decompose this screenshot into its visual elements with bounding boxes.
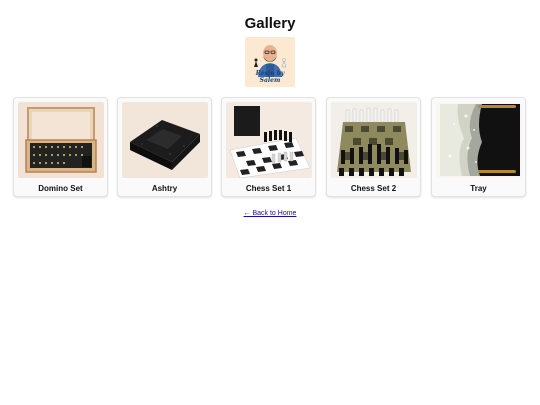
gallery-card-chess-set-1[interactable]: Chess Set 1: [221, 97, 316, 197]
gallery-card-label: Tray: [470, 184, 487, 193]
gallery-card-ashtry[interactable]: Ashtry: [117, 97, 212, 197]
gallery-card-label: Chess Set 2: [350, 184, 397, 193]
gallery-card-label: Chess Set 1: [245, 184, 292, 193]
gallery-card-chess-set-2[interactable]: Chess Set 2: [326, 97, 421, 197]
chess-set-image: [331, 102, 417, 178]
gallery-card-domino-set[interactable]: Domino Set: [13, 97, 108, 197]
gallery-card-label: Domino Set: [38, 184, 83, 193]
page-title: Gallery: [244, 15, 296, 32]
chess-set-image: [226, 102, 312, 178]
tray-image: [436, 102, 522, 178]
gallery-card-label: Ashtry: [151, 184, 178, 193]
gallery-page: Gallery Resin by Salem Domino Set Ashtry…: [0, 0, 540, 405]
ashtray-image: [122, 102, 208, 178]
back-to-home-link[interactable]: ← Back to Home: [0, 210, 540, 217]
resin-by-salem-logo: Resin by Salem: [245, 37, 295, 87]
gallery-card-tray[interactable]: Tray: [431, 97, 526, 197]
domino-set-image: [18, 102, 104, 178]
gallery-grid: Domino Set Ashtry Chess Set 1 Chess Set …: [13, 97, 528, 198]
logo-text: Resin by Salem: [255, 70, 285, 84]
